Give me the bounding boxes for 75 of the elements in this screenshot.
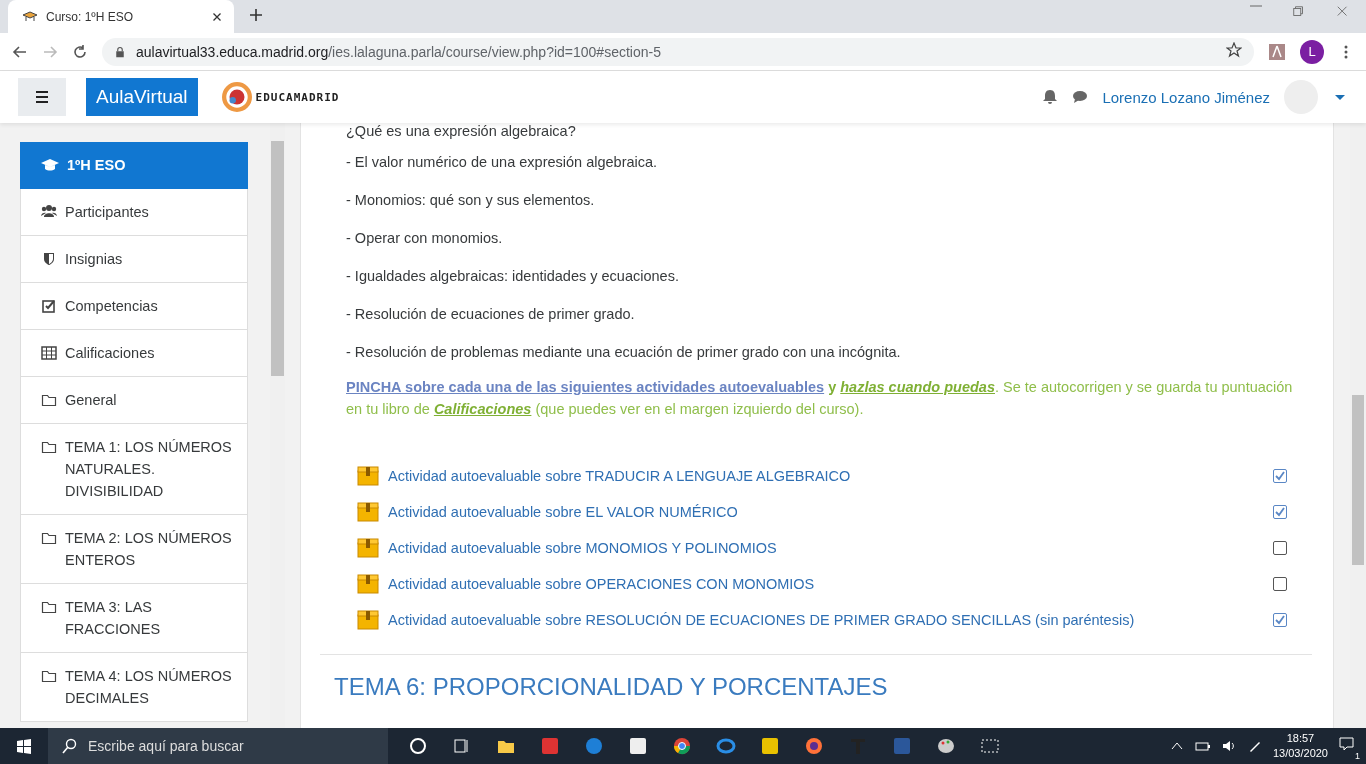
profile-avatar[interactable]: L [1300,39,1324,64]
restore-icon [1292,4,1306,19]
bell-icon [1042,89,1059,105]
folder-icon [41,530,57,546]
sidebar-item[interactable]: Participantes [20,189,248,236]
sidebar-item[interactable]: Calificaciones [20,330,248,377]
snip-icon [980,736,1000,756]
text-line: - Resolución de problemas mediante una ecuación de primer grado con una incógnita. [346,343,902,362]
table-icon [41,345,57,361]
clock[interactable]: 18:57 13/03/2020 [1272,731,1328,761]
folder-icon [41,392,57,408]
lock-icon [114,45,126,58]
activity-link[interactable]: Actividad autoevaluable sobre TRADUCIR A LENGUAJE ALGEBRAICO [388,468,1265,484]
box-icon [356,574,380,594]
box-icon [356,538,380,558]
minimize-icon [1250,4,1262,7]
text-line: - Igualdades algebraicas: identidades y ecuaciones. [346,267,680,286]
activity-link[interactable]: Actividad autoevaluable sobre MONOMIOS Y POLINOMIOS [388,540,1265,556]
sidebar-item[interactable]: Competencias [20,283,248,330]
sidebar-item[interactable]: TEMA 3: LAS FRACCIONES [20,584,248,653]
text-line: ¿Qué es una expresión algebraica? [346,123,577,141]
completion-checkbox[interactable] [1273,541,1287,555]
sidebar-item[interactable]: Insignias [20,236,248,283]
section-title: TEMA 6: PROPORCIONALIDAD Y PORCENTAJES [334,673,889,701]
speaker-icon [1220,738,1237,754]
sidebar-item[interactable]: General [20,377,248,424]
users-icon [41,204,57,220]
checkbox-icon [41,298,57,314]
completion-checkbox[interactable] [1273,469,1287,483]
browser-tab[interactable]: Curso: 1ºH ESO [8,0,234,33]
folder-icon [41,439,57,455]
sidebar-item[interactable]: 1ºH ESO [20,142,248,189]
chat-icon [1072,89,1089,105]
text-line: - Monomios: qué son y sus elementos. [346,191,596,210]
completion-checkbox[interactable] [1273,505,1287,519]
box-icon [356,502,380,522]
address-bar[interactable]: aulavirtual33.educa.madrid.org/ies.lalaguna.parla/course/view.php?id=100#section-5 [102,37,1254,66]
graduation-cap-icon [41,157,59,171]
sidebar-item[interactable]: TEMA 4: LOS NÚMEROS DECIMALES [20,653,248,722]
sidebar-item[interactable]: TEMA 1: LOS NÚMEROS NATURALES. DIVISIBILIDAD [20,424,248,515]
forward-icon [42,43,58,60]
box-icon [356,466,380,486]
folder-icon [41,668,57,684]
menu-icon [34,89,50,105]
sidebar-item[interactable]: TEMA 2: LOS NÚMEROS ENTEROS [20,515,248,584]
brand-logo[interactable]: AulaVirtual [86,78,198,116]
text-line: - Resolución de ecuaciones de primer grado. [346,305,636,324]
folder-icon [41,599,57,615]
notification-icon [1338,735,1356,753]
palette-icon [936,736,956,756]
close-icon [1336,4,1350,19]
logo-text: EDUCAMADRID [255,90,340,104]
logo-icon [221,82,252,112]
user-name[interactable]: Lorenzo Lozano Jiménez [1102,88,1270,106]
text-line: - Operar con monomios. [346,229,504,248]
search-field[interactable]: Escribe aquí para buscar [48,728,388,764]
chrome-icon [672,736,692,756]
reload-icon [72,43,88,60]
box-icon [356,610,380,630]
back-icon [12,43,28,60]
activity-link[interactable]: Actividad autoevaluable sobre OPERACIONES CON MONOMIOS [388,576,1265,592]
circle-icon [408,736,428,756]
text-line: - El valor numérico de una expresión algebraica. [346,153,659,172]
activity-link[interactable]: Actividad autoevaluable sobre RESOLUCIÓN DE ECUACIONES DE PRIMER GRADO SENCILLAS (sin paréntesis) [388,612,1265,628]
shield-icon [41,251,57,267]
plus-icon [248,7,264,23]
instruction-text: PINCHA sobre cada una de las siguientes actividades autoevaluables y hazlas cuando puedas. Se te autocorrigen y se guarda tu puntuación en tu libro de Calificaciones (que puedes ver en el margen izquierdo del curso). [346,378,1294,419]
notification-count: 1 [1353,751,1362,761]
activity-link[interactable]: Actividad autoevaluable sobre EL VALOR NUMÉRICO [388,504,1265,520]
windows-icon [16,738,32,754]
search-icon [62,738,78,754]
star-icon [1226,42,1242,58]
completion-checkbox[interactable] [1273,577,1287,591]
completion-checkbox[interactable] [1273,613,1287,627]
menu-button[interactable] [18,78,66,116]
